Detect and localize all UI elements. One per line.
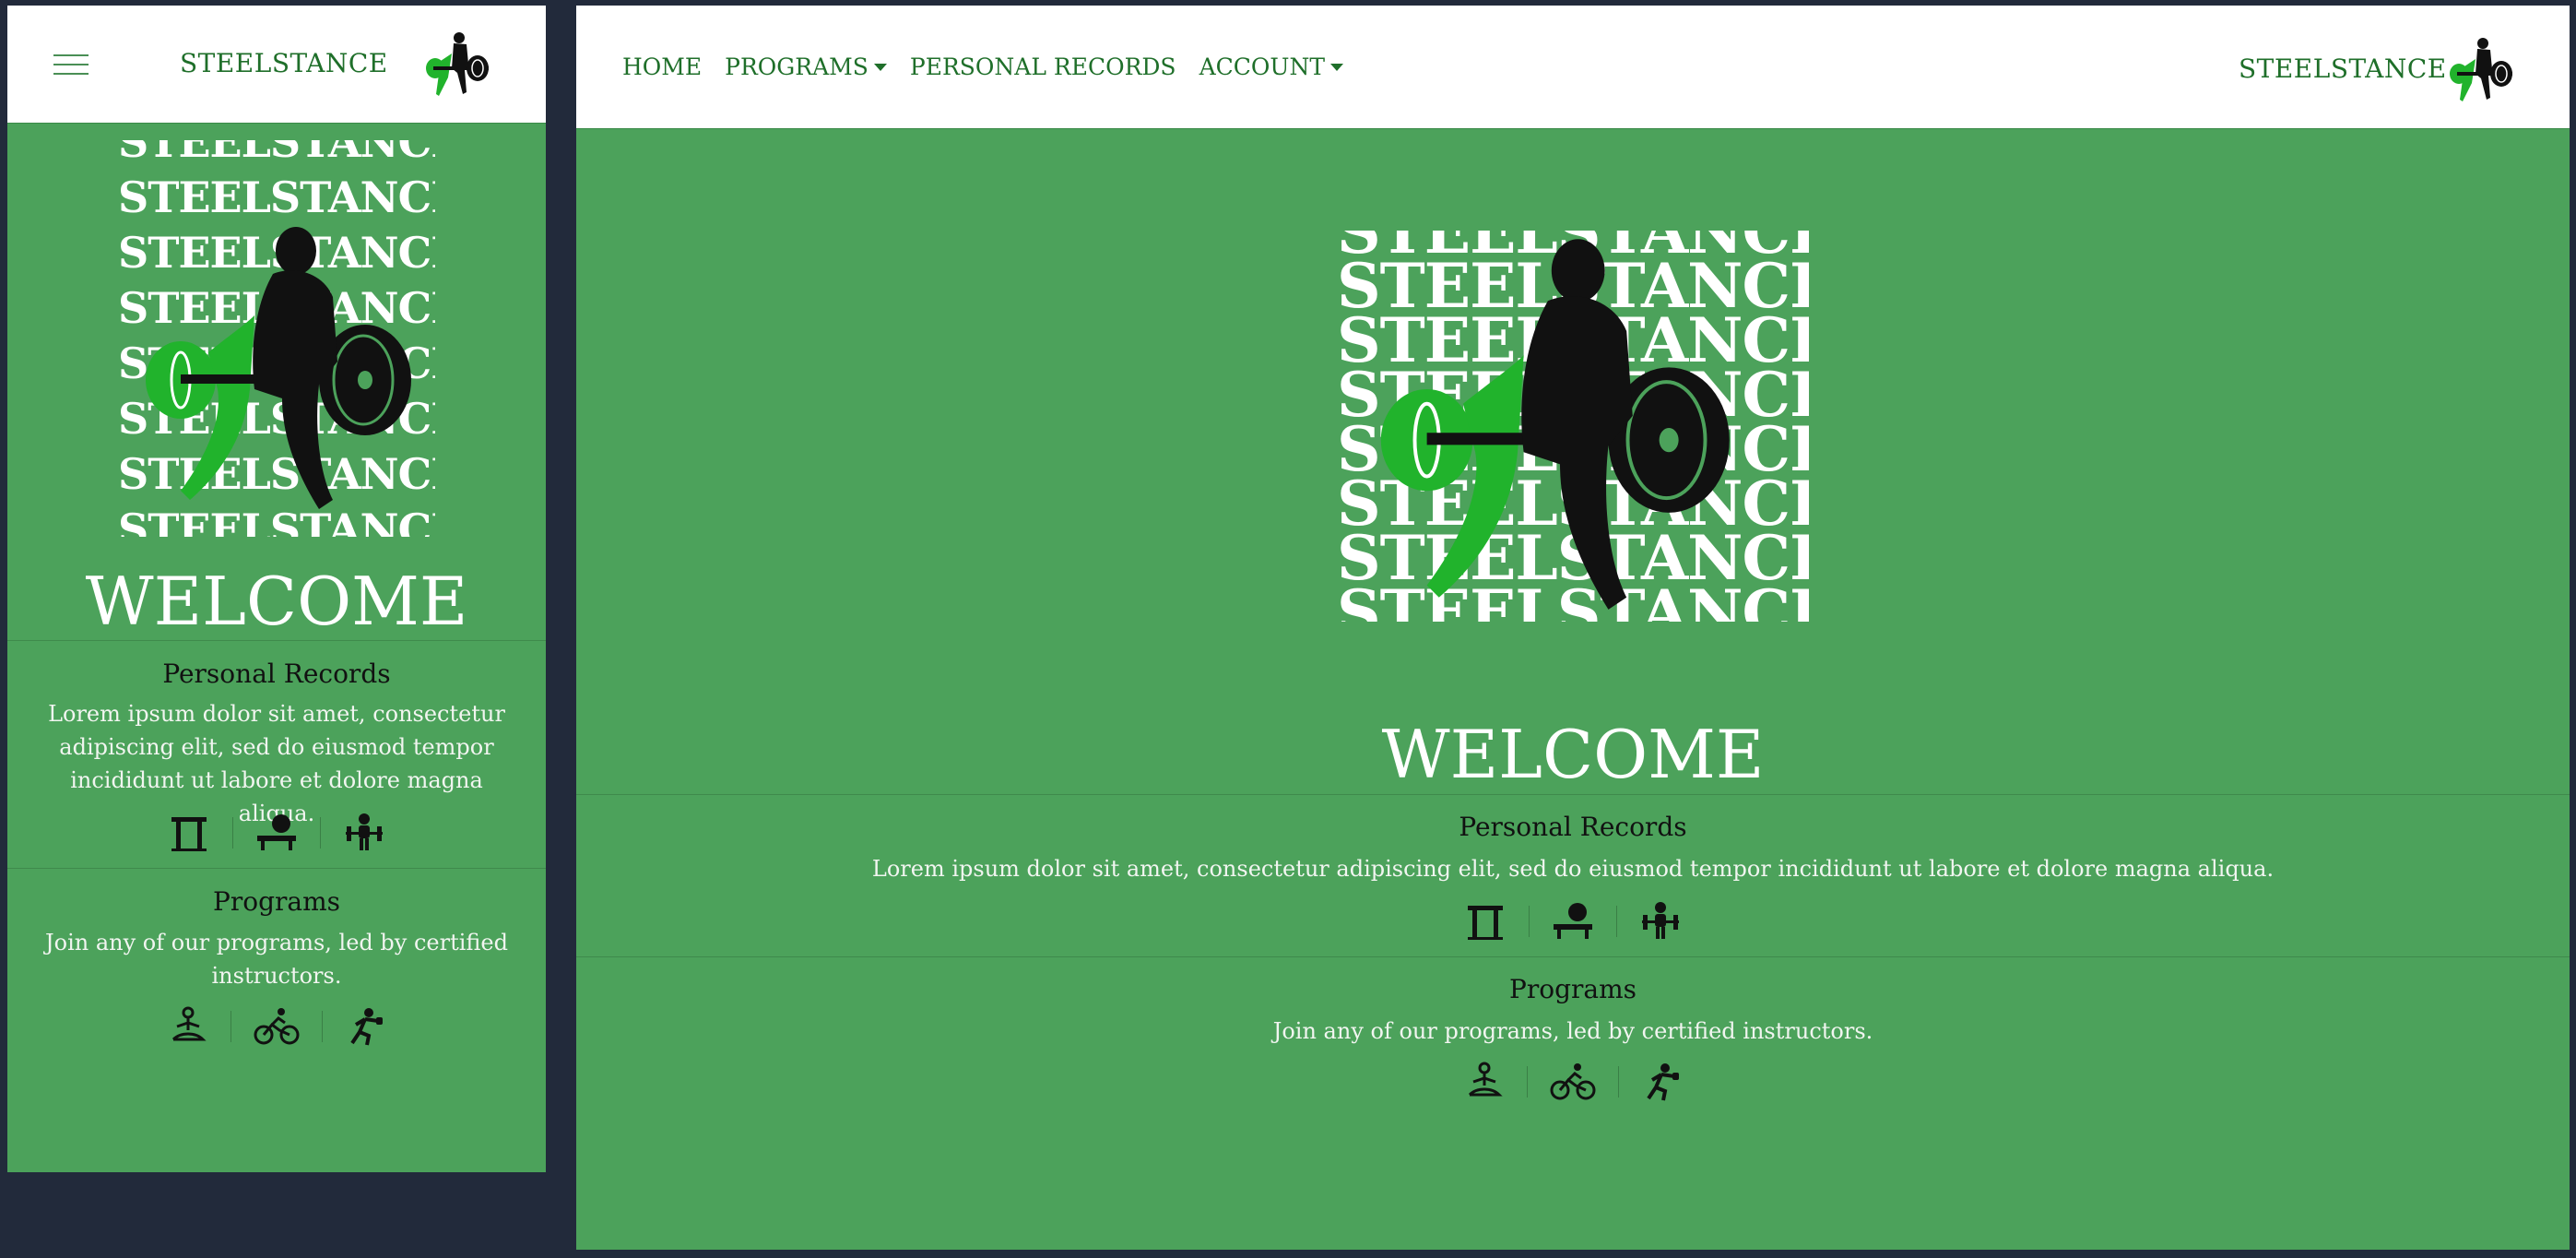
separator [230,1011,231,1042]
nav-links: HOME PROGRAMS PERSONAL RECORDS ACCOUNT [622,53,1366,80]
records-text: Lorem ipsum dolor sit amet, consectetur … [871,856,2275,882]
programs-text: Join any of our programs, led by certifi… [45,930,508,989]
cycling-icon[interactable] [254,1006,300,1047]
cycling-icon[interactable] [1550,1062,1596,1102]
deadlift-icon[interactable] [1639,900,1682,943]
lifter-silhouette-icon [1378,237,1731,611]
boxing-icon[interactable] [1641,1062,1682,1102]
bench-press-icon[interactable] [1552,900,1594,943]
lifter-silhouette-icon [144,225,413,511]
mobile-navbar: STEELSTANCE [7,6,546,124]
records-title: Personal Records [162,659,391,689]
hero-logo: STEELSTANCESTEELSTANCESTEELSTANCESTEELST… [118,140,435,537]
hero-logo: STEELSTANCESTEELSTANCESTEELSTANCESTEELST… [1337,231,1809,622]
nav-programs-label: PROGRAMS [725,53,869,80]
programs-icons [576,1059,2570,1105]
records-icons [7,810,546,856]
programs-title: Programs [212,886,340,917]
boxing-icon[interactable] [345,1006,385,1047]
separator [1527,1066,1528,1098]
separator [320,817,321,849]
separator [232,817,233,849]
separator [1529,906,1530,937]
nav-programs[interactable]: PROGRAMS [725,53,887,80]
brand-logo-icon[interactable] [2448,37,2518,103]
caret-down-icon [1330,63,1343,71]
records-title: Personal Records [1459,812,1687,842]
records-icons [576,898,2570,944]
programs-text: Join any of our programs, led by certifi… [1272,1018,1873,1044]
desktop-navbar: HOME PROGRAMS PERSONAL RECORDS ACCOUNT S… [576,6,2570,129]
welcome-heading: WELCOME [1381,716,1765,793]
bench-press-icon[interactable] [255,812,298,854]
nav-account-label: ACCOUNT [1199,53,1325,80]
divider [576,956,2570,957]
separator [1616,906,1617,937]
programs-title: Programs [1508,974,1637,1004]
hamburger-menu-icon[interactable] [53,54,89,75]
deadlift-icon[interactable] [343,812,385,854]
squat-rack-icon[interactable] [1464,900,1507,943]
caret-down-icon [873,63,887,71]
nav-account[interactable]: ACCOUNT [1199,53,1343,80]
welcome-heading: WELCOME [85,563,468,640]
programs-icons [7,1003,546,1050]
divider [7,640,546,641]
separator [1618,1066,1619,1098]
yoga-icon[interactable] [1464,1062,1505,1102]
brand-name[interactable]: STEELSTANCE [2239,53,2447,84]
squat-rack-icon[interactable] [168,812,210,854]
brand-logo-icon[interactable] [424,31,494,98]
divider [576,794,2570,795]
desktop-preview: HOME PROGRAMS PERSONAL RECORDS ACCOUNT S… [576,6,2570,1250]
brand-name[interactable]: STEELSTANCE [180,48,388,78]
mobile-preview: STEELSTANCE STEELSTANCE STEELSTANCE STEELS… [7,6,546,1172]
separator [322,1011,323,1042]
nav-home[interactable]: HOME [622,53,702,80]
nav-personal-records[interactable]: PERSONAL RECORDS [910,53,1176,80]
yoga-icon[interactable] [168,1006,208,1047]
divider [7,868,546,869]
